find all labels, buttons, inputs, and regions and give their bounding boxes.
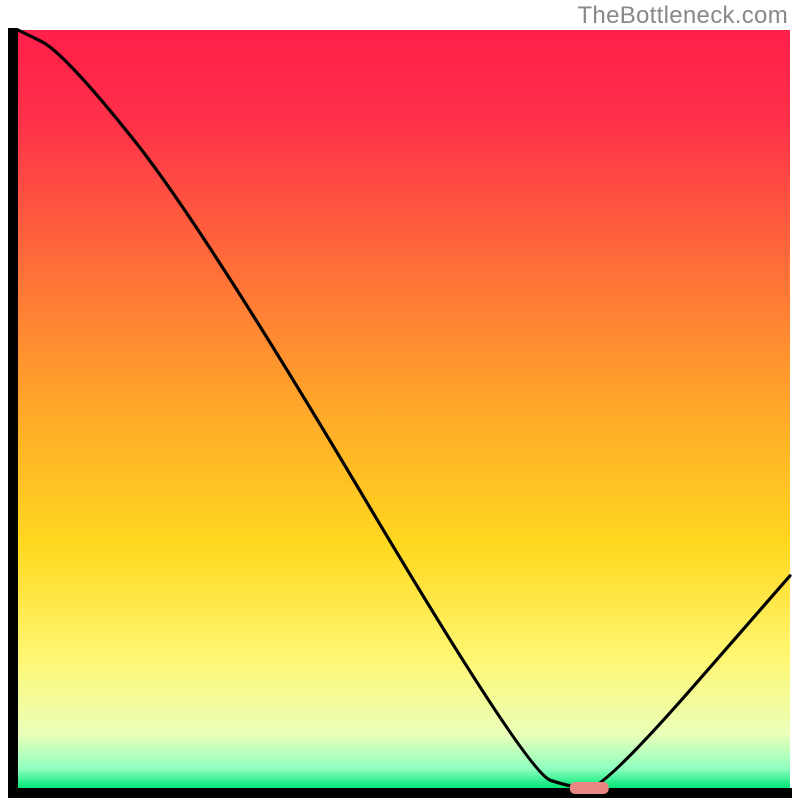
gradient-background: [18, 30, 790, 788]
chart-container: TheBottleneck.com: [0, 0, 800, 800]
optimal-marker: [570, 782, 609, 794]
axis-bottom: [8, 788, 792, 798]
bottleneck-curve-chart: [0, 0, 800, 800]
axis-left: [8, 28, 18, 798]
